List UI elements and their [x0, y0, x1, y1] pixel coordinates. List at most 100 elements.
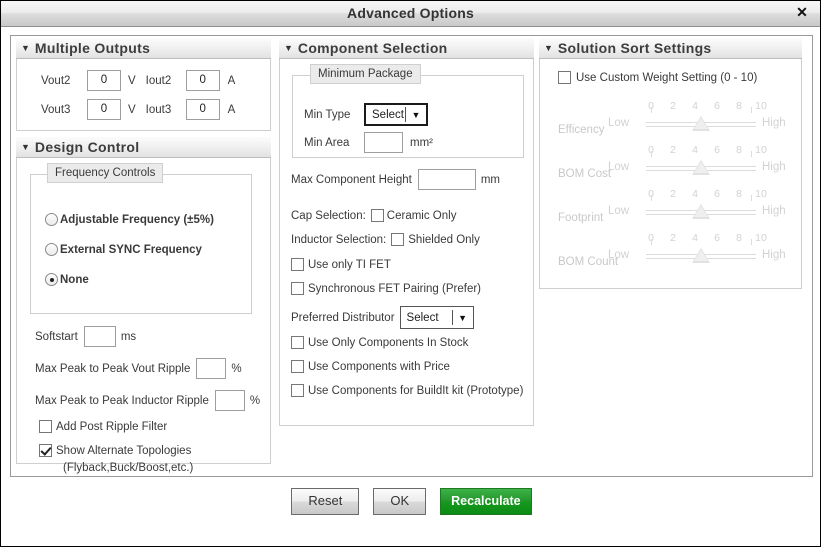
checkbox-synchronous-fet-pairing[interactable]: Synchronous FET Pairing (Prefer) — [291, 282, 481, 295]
checkbox-icon[interactable] — [371, 209, 384, 222]
vout2-row: Vout2 0 V Iout2 0 A — [41, 70, 235, 91]
slider-bom-count[interactable] — [646, 246, 756, 266]
max-component-height-label: Max Component Height — [291, 174, 412, 186]
chevron-down-icon[interactable]: ▼ — [453, 313, 473, 323]
checkbox-icon[interactable] — [291, 360, 304, 373]
checkbox-use-only-ti-fet[interactable]: Use only TI FET — [291, 258, 391, 271]
close-icon[interactable]: ✕ — [794, 5, 810, 21]
solution-sort-header[interactable]: ▼ Solution Sort Settings — [539, 38, 802, 59]
slider-thumb[interactable] — [692, 204, 710, 219]
checkbox-only-components-in-stock[interactable]: Use Only Components In Stock — [291, 336, 468, 349]
slider-tick-min — [651, 195, 652, 201]
radio-icon[interactable] — [45, 273, 58, 286]
dialog-body: ▼ Multiple Outputs Vout2 0 V Iout2 0 A V… — [10, 35, 813, 477]
slider-tick-max — [751, 195, 752, 201]
slider-thumb[interactable] — [692, 248, 710, 263]
vout-ripple-input[interactable] — [196, 358, 226, 379]
chevron-down-icon[interactable]: ▼ — [544, 44, 553, 53]
alternate-topologies-sublabel: (Flyback,Buck/Boost,etc.) — [63, 462, 193, 474]
tick-label: 8 — [728, 100, 750, 112]
min-type-dropdown[interactable]: Select ▼ — [364, 103, 428, 126]
minimum-package-legend: Minimum Package — [310, 64, 421, 84]
checkbox-icon[interactable] — [291, 258, 304, 271]
chevron-down-icon[interactable]: ▼ — [21, 44, 30, 53]
use-custom-weight-label: Use Custom Weight Setting (0 - 10) — [576, 72, 757, 84]
slider-efficency[interactable] — [646, 114, 756, 134]
iout2-input[interactable]: 0 — [186, 70, 220, 91]
tick-label: 8 — [728, 232, 750, 244]
panel-design-control: ▼ Design Control Frequency Controls Adju… — [16, 137, 271, 464]
tick-label: 2 — [662, 144, 684, 156]
checkbox-icon[interactable] — [391, 233, 404, 246]
checkbox-post-ripple-filter[interactable]: Add Post Ripple Filter — [39, 420, 167, 433]
design-control-header[interactable]: ▼ Design Control — [16, 137, 271, 158]
slider-thumb[interactable] — [692, 160, 710, 175]
slider-tick-min — [651, 239, 652, 245]
slider-thumb[interactable] — [692, 116, 710, 131]
chevron-down-icon[interactable]: ▼ — [406, 110, 426, 120]
radio-none-label: None — [60, 274, 89, 286]
use-only-ti-fet-label: Use only TI FET — [308, 259, 391, 271]
chevron-down-icon[interactable]: ▼ — [284, 44, 293, 53]
solution-sort-content: Use Custom Weight Setting (0 - 10) Effic… — [539, 59, 802, 289]
tick-label: 4 — [684, 188, 706, 200]
radio-external-sync[interactable]: External SYNC Frequency — [45, 243, 202, 256]
radio-adjustable-frequency[interactable]: Adjustable Frequency (±5%) — [45, 213, 214, 226]
softstart-input[interactable] — [84, 326, 116, 347]
checkbox-icon[interactable] — [291, 384, 304, 397]
tick-label: 10 — [750, 188, 772, 200]
reset-button[interactable]: Reset — [291, 488, 359, 515]
max-component-height-row: Max Component Height mm — [291, 169, 500, 190]
inductor-ripple-input[interactable] — [215, 390, 245, 411]
checkbox-components-with-price[interactable]: Use Components with Price — [291, 360, 450, 373]
slider-low-label: Low — [608, 161, 629, 173]
softstart-unit: ms — [121, 331, 136, 343]
slider-tick-max — [751, 239, 752, 245]
post-ripple-filter-label: Add Post Ripple Filter — [56, 421, 167, 433]
checkbox-icon[interactable] — [558, 71, 571, 84]
checkbox-icon[interactable] — [39, 444, 52, 457]
component-selection-content: Minimum Package Min Type Select ▼ Min Ar… — [279, 59, 534, 426]
vout3-input[interactable]: 0 — [87, 99, 121, 120]
radio-none[interactable]: None — [45, 273, 89, 286]
chevron-down-icon[interactable]: ▼ — [21, 143, 30, 152]
radio-icon[interactable] — [45, 213, 58, 226]
multiple-outputs-content: Vout2 0 V Iout2 0 A Vout3 0 V Iout3 0 A — [16, 59, 271, 131]
slider-ticks-efficency: 0 2 4 6 8 10 — [640, 100, 772, 112]
checkbox-icon[interactable] — [39, 420, 52, 433]
radio-external-sync-label: External SYNC Frequency — [60, 244, 202, 256]
slider-tick-min — [651, 151, 652, 157]
multiple-outputs-header[interactable]: ▼ Multiple Outputs — [16, 38, 271, 59]
max-component-height-input[interactable] — [418, 169, 476, 190]
only-components-in-stock-label: Use Only Components In Stock — [308, 337, 468, 349]
checkbox-use-custom-weight[interactable]: Use Custom Weight Setting (0 - 10) — [558, 71, 757, 84]
min-area-row: Min Area mm² — [304, 132, 433, 153]
slider-high-label: High — [762, 205, 786, 217]
min-area-label: Min Area — [304, 137, 364, 149]
synchronous-fet-pairing-label: Synchronous FET Pairing (Prefer) — [308, 283, 481, 295]
slider-footprint[interactable] — [646, 202, 756, 222]
recalculate-button[interactable]: Recalculate — [440, 488, 531, 515]
slider-bom-cost[interactable] — [646, 158, 756, 178]
minimum-package-group: Minimum Package Min Type Select ▼ Min Ar… — [292, 75, 524, 158]
preferred-distributor-dropdown[interactable]: Select ▼ — [400, 306, 474, 329]
panel-component-selection: ▼ Component Selection Minimum Package Mi… — [279, 38, 534, 426]
vout2-label: Vout2 — [41, 75, 83, 87]
checkbox-icon[interactable] — [291, 336, 304, 349]
min-area-input[interactable] — [364, 132, 403, 153]
radio-icon[interactable] — [45, 243, 58, 256]
checkbox-icon[interactable] — [291, 282, 304, 295]
checkbox-alternate-topologies[interactable]: Show Alternate Topologies — [39, 444, 191, 457]
alternate-topologies-label: Show Alternate Topologies — [56, 445, 191, 457]
iout2-unit: A — [228, 75, 236, 87]
ok-button[interactable]: OK — [373, 488, 426, 515]
advanced-options-dialog: Advanced Options ✕ ▼ Multiple Outputs Vo… — [0, 0, 821, 547]
checkbox-components-for-buildit-kit[interactable]: Use Components for BuildIt kit (Prototyp… — [291, 384, 523, 397]
inductor-selection-row[interactable]: Inductor Selection: Shielded Only — [291, 233, 480, 246]
tick-label: 8 — [728, 144, 750, 156]
vout2-input[interactable]: 0 — [87, 70, 121, 91]
iout3-input[interactable]: 0 — [186, 99, 220, 120]
vout-ripple-unit: % — [231, 363, 241, 375]
cap-selection-row[interactable]: Cap Selection: Ceramic Only — [291, 209, 456, 222]
component-selection-header[interactable]: ▼ Component Selection — [279, 38, 534, 59]
